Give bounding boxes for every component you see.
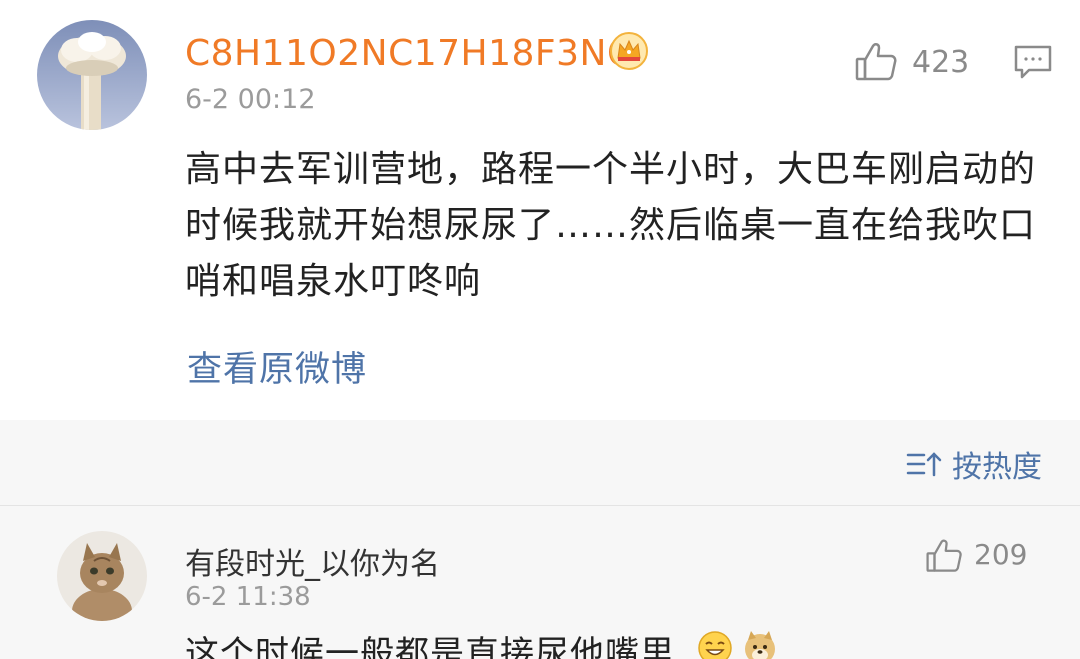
post-timestamp: 6-2 00:12 <box>185 84 316 115</box>
view-original-link[interactable]: 查看原微博 <box>187 341 367 392</box>
weibo-post: C8H11O2NC17H18F3NO 6-2 00:12 423 高中去军训营地… <box>0 0 1080 420</box>
sort-icon <box>906 450 942 478</box>
grin-emoji-icon <box>697 630 733 659</box>
post-username[interactable]: C8H11O2NC17H18F3NO <box>185 33 636 74</box>
comment-avatar[interactable] <box>57 531 147 621</box>
doge-emoji-icon <box>742 630 778 659</box>
post-like-count: 423 <box>912 45 970 80</box>
comment-text: 这个时候一般都是直接尿他嘴里 <box>185 634 675 659</box>
comment-icon[interactable] <box>1013 44 1053 80</box>
like-icon[interactable] <box>854 40 898 84</box>
sort-by-hot-button[interactable]: 按热度 <box>906 444 1042 485</box>
divider <box>0 505 1080 506</box>
user-avatar[interactable] <box>37 20 147 130</box>
comment-like-count: 209 <box>974 538 1028 571</box>
comment-like-icon[interactable] <box>925 537 963 575</box>
crown-badge-icon <box>609 31 649 71</box>
comment-username[interactable]: 有段时光_以你为名 <box>185 539 440 583</box>
sort-label: 按热度 <box>952 450 1042 485</box>
comment-timestamp: 6-2 11:38 <box>185 582 311 612</box>
comments-section: 按热度 有段时光_以你为名 6-2 11:38 209 这个时候一般都是直接尿他… <box>0 420 1080 659</box>
post-body-text: 高中去军训营地，路程一个半小时，大巴车刚启动的时候我就开始想尿尿了……然后临桌一… <box>185 149 1037 302</box>
